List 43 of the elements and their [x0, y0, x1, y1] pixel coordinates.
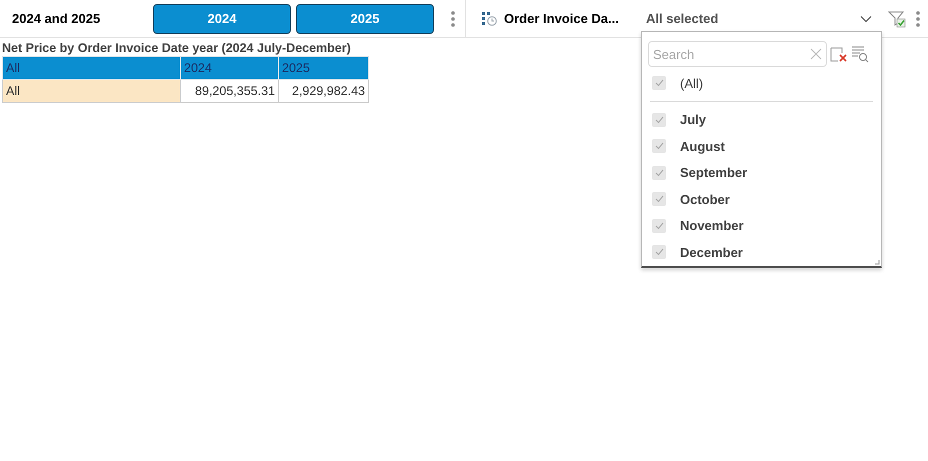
check-icon	[654, 248, 664, 256]
clear-icon	[810, 48, 822, 60]
column-header: 2024	[180, 56, 278, 80]
checkbox[interactable]	[652, 112, 666, 127]
check-icon	[654, 142, 664, 150]
option-label[interactable]: October	[680, 190, 730, 209]
checkbox[interactable]	[652, 192, 666, 206]
more-options-icon	[451, 10, 455, 26]
checkbox[interactable]	[652, 166, 666, 180]
calendar-clock-icon	[481, 10, 497, 26]
table-cell: 2,929,982.43	[278, 80, 368, 102]
search-field[interactable]: Search	[648, 41, 827, 67]
more-options-icon	[916, 10, 920, 26]
clear-filter-icon	[830, 45, 848, 63]
year-button[interactable]: 2025	[296, 4, 434, 34]
option-label[interactable]: November	[680, 216, 744, 236]
filter-label: Order Invoice Da...	[504, 10, 620, 28]
resize-grip-icon	[875, 260, 880, 265]
option-label[interactable]: July	[680, 110, 706, 130]
list-search-icon	[851, 45, 869, 63]
chevron-icon	[860, 14, 872, 22]
year-button[interactable]: 2024	[153, 4, 291, 34]
check-icon	[654, 195, 664, 204]
option-label[interactable]: September	[680, 163, 748, 182]
column-header: 2025	[278, 56, 368, 80]
slicer-title: 2024 and 2025	[12, 10, 102, 28]
option-label[interactable]: December	[680, 242, 743, 262]
check-icon	[654, 168, 664, 177]
row-header: All	[2, 80, 180, 102]
option-label[interactable]: (All)	[680, 74, 704, 93]
checkbox[interactable]	[652, 76, 666, 90]
checkbox[interactable]	[652, 245, 666, 260]
option-label[interactable]: August	[680, 136, 725, 156]
table-title: Net Price by Order Invoice Date year (2024 July-December)	[2, 41, 351, 56]
column-header: All	[2, 56, 180, 80]
table-cell: 89,205,355.31	[180, 80, 278, 102]
filter-check-icon	[888, 10, 906, 28]
checkbox[interactable]	[652, 139, 666, 154]
check-icon	[654, 116, 664, 124]
checkbox[interactable]	[652, 218, 666, 233]
filter-dropdown[interactable]: All selected	[646, 6, 882, 32]
check-icon	[654, 222, 664, 230]
check-icon	[654, 79, 664, 88]
